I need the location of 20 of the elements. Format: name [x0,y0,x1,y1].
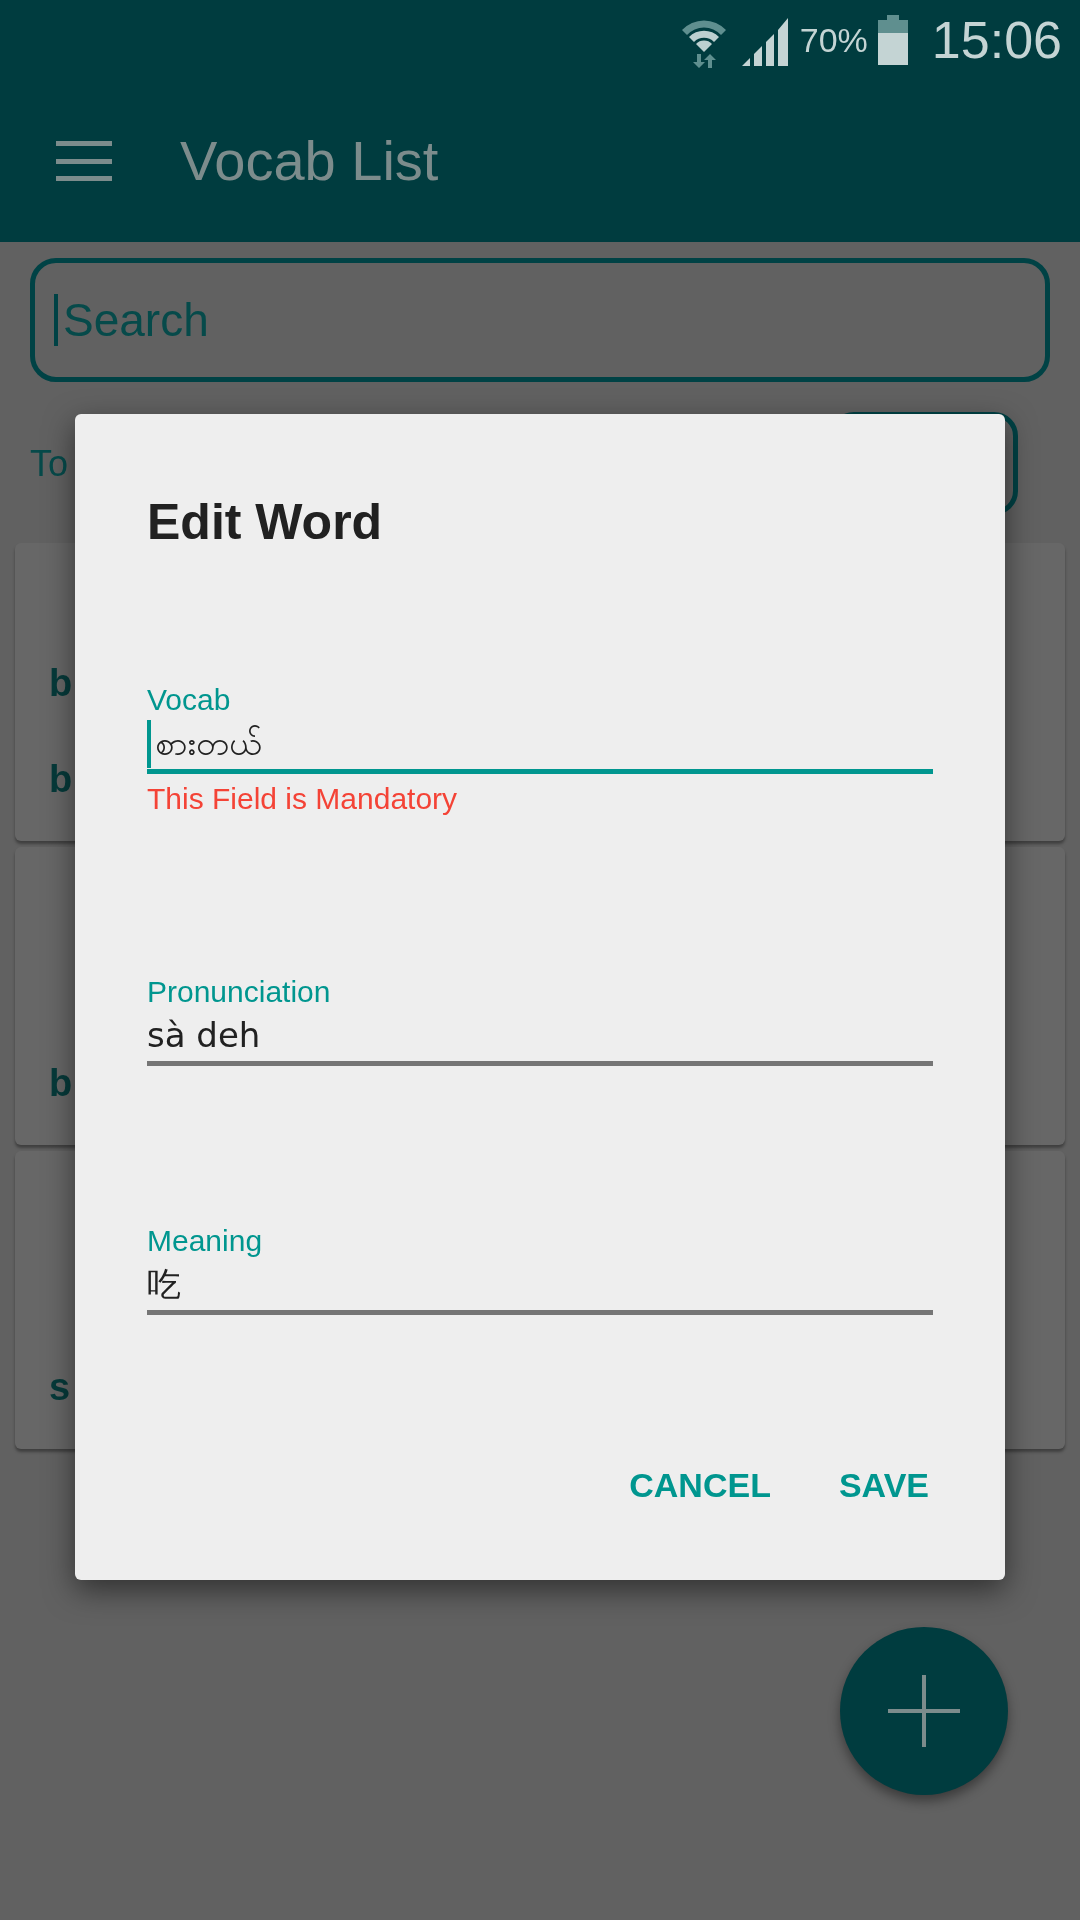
field-label: Vocab [147,682,232,718]
text-field[interactable]: sà deh [147,1010,933,1066]
battery-percent: 70% [799,19,868,61]
text-field[interactable]: 吃 [147,1259,933,1315]
card-text: b [49,661,73,705]
card-text: b [49,757,73,801]
error-message: This Field is Mandatory [147,781,459,817]
plus-icon [888,1675,960,1747]
clock: 15:06 [931,10,1062,71]
text-field[interactable]: စားတယ် [147,718,933,774]
field-label: Meaning [147,1223,264,1259]
card-text: b [49,1061,73,1105]
card-text: s [49,1365,71,1409]
field-label: Pronunciation [147,974,332,1010]
dialog-title: Edit Word [147,493,384,552]
menu-icon[interactable] [56,141,112,181]
total-label: To [30,441,69,486]
search-field[interactable]: Search [30,258,1050,382]
battery-icon [877,15,908,65]
app-title: Vocab List [180,128,439,194]
